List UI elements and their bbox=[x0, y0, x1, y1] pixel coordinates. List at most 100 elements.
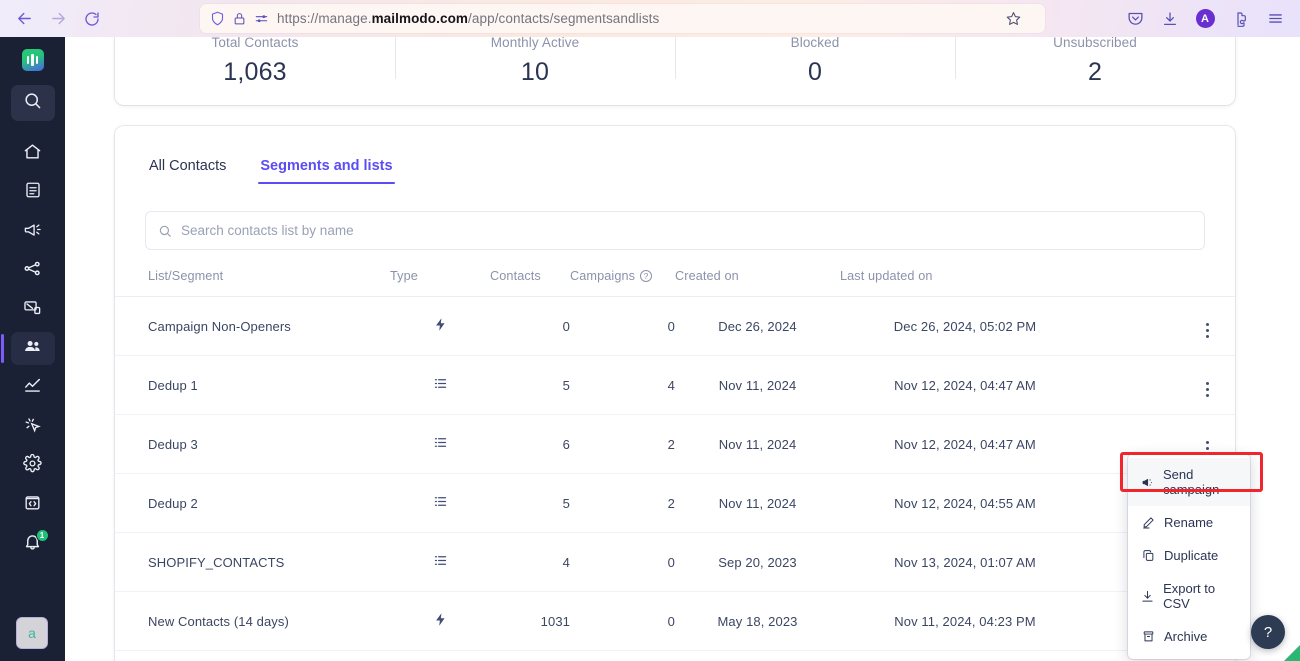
stat-label: Total Contacts bbox=[211, 37, 299, 50]
kebab-menu-icon[interactable] bbox=[1206, 323, 1209, 338]
cell-created-on: Apr 13, 2023 bbox=[675, 651, 840, 661]
sidebar-item-search[interactable] bbox=[10, 85, 55, 121]
cell-contacts: 2 bbox=[490, 651, 570, 661]
table-row[interactable]: Test List 2 4 Apr 13, 2023 Nov 09, 2024,… bbox=[115, 651, 1235, 661]
cell-created-on: Nov 11, 2024 bbox=[718, 377, 797, 393]
sidebar-item-contacts[interactable] bbox=[0, 332, 55, 365]
reload-icon[interactable] bbox=[77, 5, 107, 33]
table-row[interactable]: Dedup 2 5 2 Nov 11, 2024 Nov 12, 2024, 0… bbox=[115, 474, 1235, 533]
stat-value: 2 bbox=[1087, 58, 1103, 86]
sidebar-item-campaigns[interactable] bbox=[11, 215, 55, 248]
tracking-protection-icon[interactable] bbox=[254, 12, 269, 26]
cell-campaigns: 4 bbox=[667, 377, 675, 393]
sidebar-item-settings[interactable] bbox=[11, 449, 55, 482]
table-row[interactable]: SHOPIFY_CONTACTS 4 0 Sep 20, 2023 Nov 13… bbox=[115, 533, 1235, 592]
pocket-icon[interactable] bbox=[1124, 8, 1146, 30]
menu-item-duplicate[interactable]: Duplicate bbox=[1128, 539, 1250, 572]
cell-list-name: New Contacts (14 days) bbox=[148, 613, 289, 629]
sidebar-item-forms[interactable] bbox=[11, 293, 55, 326]
cell-list-name: SHOPIFY_CONTACTS bbox=[148, 554, 285, 570]
table-row[interactable]: Campaign Non-Openers 0 0 Dec 26, 2024 De… bbox=[115, 297, 1235, 356]
menu-item-rename[interactable]: Rename bbox=[1128, 506, 1250, 539]
sidebar-item-notifications[interactable]: 1 bbox=[11, 527, 55, 560]
bookmark-star-icon[interactable] bbox=[1000, 5, 1027, 32]
kebab-menu-icon[interactable] bbox=[1206, 382, 1209, 397]
back-arrow-icon[interactable] bbox=[9, 5, 39, 33]
sidebar-item-templates[interactable] bbox=[11, 176, 55, 209]
megaphone-icon bbox=[1141, 476, 1154, 489]
table-body: Campaign Non-Openers 0 0 Dec 26, 2024 De… bbox=[115, 297, 1235, 661]
cell-campaigns: 4 bbox=[570, 651, 675, 661]
menu-item-archive[interactable]: Archive bbox=[1128, 620, 1250, 653]
sidebar-item-automation[interactable] bbox=[11, 410, 55, 443]
stat-monthly-active: Monthly Active 10 bbox=[395, 37, 675, 87]
cell-contacts: 4 bbox=[562, 554, 570, 570]
forward-arrow-icon[interactable] bbox=[43, 5, 73, 33]
app-page: 1 a Total Contacts 1,063 Monthly Active … bbox=[0, 37, 1300, 661]
main-content: Total Contacts 1,063 Monthly Active 10 B… bbox=[65, 37, 1300, 661]
url-path: /app/contacts/segmentsandlists bbox=[468, 11, 660, 26]
column-header-created-on[interactable]: Created on bbox=[675, 269, 840, 297]
notification-badge: 1 bbox=[35, 529, 49, 542]
table-row[interactable]: New Contacts (14 days) 1031 0 May 18, 20… bbox=[115, 592, 1235, 651]
stat-value: 0 bbox=[807, 58, 823, 86]
cell-last-updated: Nov 13, 2024, 01:07 AM bbox=[894, 554, 1036, 570]
list-icon bbox=[433, 435, 448, 450]
tab-all-contacts[interactable]: All Contacts bbox=[149, 158, 226, 184]
download-icon bbox=[1141, 590, 1154, 603]
stat-value: 10 bbox=[520, 58, 550, 86]
sidebar-item-developers[interactable] bbox=[11, 488, 55, 521]
megaphone-icon bbox=[23, 220, 42, 244]
cell-type bbox=[390, 592, 490, 651]
cell-created-on: May 18, 2023 bbox=[717, 613, 798, 629]
list-icon bbox=[433, 553, 448, 568]
address-bar[interactable]: https://manage.mailmodo.com/app/contacts… bbox=[200, 4, 1045, 33]
column-header-contacts[interactable]: Contacts bbox=[490, 269, 570, 297]
cell-type bbox=[390, 533, 490, 592]
url-text: https://manage.mailmodo.com/app/contacts… bbox=[277, 11, 1037, 26]
cell-contacts: 6 bbox=[562, 436, 570, 452]
contacts-stats-card: Total Contacts 1,063 Monthly Active 10 B… bbox=[115, 37, 1235, 105]
cell-list-name: Dedup 1 bbox=[148, 377, 198, 393]
column-header-last-updated[interactable]: Last updated on bbox=[840, 269, 1090, 297]
mailmodo-logo[interactable] bbox=[21, 49, 44, 71]
table-row[interactable]: Dedup 1 5 4 Nov 11, 2024 Nov 12, 2024, 0… bbox=[115, 356, 1235, 415]
avatar[interactable]: a bbox=[16, 617, 48, 649]
menu-item-send-campaign[interactable]: Send campaign bbox=[1128, 458, 1250, 506]
cell-created-on: Sep 20, 2023 bbox=[718, 554, 797, 570]
sidebar-item-home[interactable] bbox=[11, 137, 55, 170]
account-icon[interactable]: A bbox=[1194, 8, 1216, 30]
column-header-type[interactable]: Type bbox=[390, 269, 490, 297]
corner-accent bbox=[1284, 645, 1300, 661]
table-row[interactable]: Dedup 3 6 2 Nov 11, 2024 Nov 12, 2024, 0… bbox=[115, 415, 1235, 474]
tab-segments-and-lists[interactable]: Segments and lists bbox=[258, 158, 395, 184]
sidebar-item-analytics[interactable] bbox=[11, 371, 55, 404]
menu-icon[interactable] bbox=[1264, 8, 1286, 30]
row-context-menu: Send campaign Rename Duplicate Export to… bbox=[1128, 454, 1250, 659]
cell-last-updated: Nov 12, 2024, 04:47 AM bbox=[894, 377, 1036, 393]
cell-campaigns: 2 bbox=[667, 436, 675, 452]
help-button[interactable]: ? bbox=[1251, 615, 1285, 649]
column-header-campaigns-label: Campaigns bbox=[570, 269, 636, 283]
archive-icon bbox=[1141, 630, 1155, 643]
menu-item-label: Send campaign bbox=[1163, 467, 1220, 497]
search-input[interactable]: Search contacts list by name bbox=[145, 211, 1205, 250]
cell-created-on: Nov 11, 2024 bbox=[718, 495, 797, 511]
cell-contacts: 1031 bbox=[540, 613, 570, 629]
downloads-icon[interactable] bbox=[1159, 8, 1181, 30]
cell-last-updated: Nov 09, 2024, 02:44 AM bbox=[840, 651, 1090, 661]
extensions-icon[interactable] bbox=[1229, 8, 1251, 30]
column-header-campaigns[interactable]: Campaigns? bbox=[570, 269, 675, 297]
clipboard-icon bbox=[24, 181, 42, 204]
segments-table: List/Segment Type Contacts Campaigns? Cr… bbox=[115, 269, 1235, 661]
help-icon[interactable]: ? bbox=[640, 270, 653, 282]
lightning-icon bbox=[433, 612, 448, 627]
cell-last-updated: Nov 12, 2024, 04:47 AM bbox=[894, 436, 1036, 452]
row-actions[interactable] bbox=[1090, 297, 1235, 356]
row-actions[interactable] bbox=[1090, 356, 1235, 415]
menu-item-export-to-csv[interactable]: Export to CSV bbox=[1128, 572, 1250, 620]
cell-type bbox=[390, 356, 490, 415]
lightning-icon bbox=[433, 317, 448, 332]
sidebar-item-journeys[interactable] bbox=[11, 254, 55, 287]
column-header-list-segment[interactable]: List/Segment bbox=[115, 269, 390, 297]
